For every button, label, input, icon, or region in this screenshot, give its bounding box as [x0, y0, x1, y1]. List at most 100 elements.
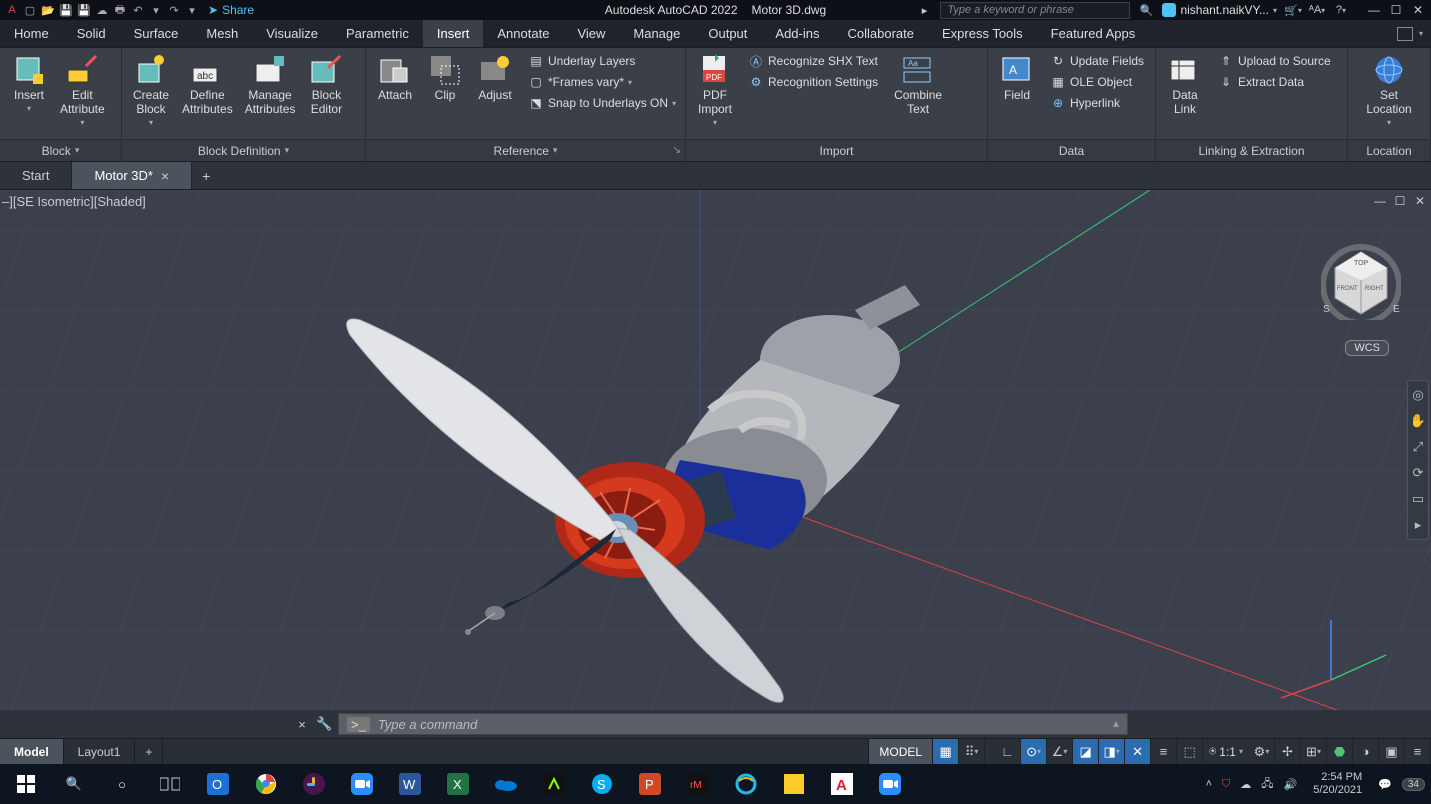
- taskbar-outlook-icon[interactable]: O: [198, 768, 238, 800]
- panel-toggle-icon[interactable]: [1397, 27, 1413, 41]
- taskbar-app1-icon[interactable]: [534, 768, 574, 800]
- cmd-customize-icon[interactable]: 🔧: [316, 716, 332, 732]
- clean-screen-icon[interactable]: ▣: [1379, 739, 1405, 764]
- isodraft-icon[interactable]: ∠▾: [1047, 739, 1073, 764]
- adjust-button[interactable]: Adjust: [472, 52, 518, 104]
- ortho-toggle-icon[interactable]: ∟: [995, 739, 1021, 764]
- taskbar-excel-icon[interactable]: X: [438, 768, 478, 800]
- steering-wheel-icon[interactable]: ◎: [1412, 387, 1423, 403]
- snap-toggle-icon[interactable]: ⠿▾: [959, 739, 985, 764]
- taskbar-search-icon[interactable]: 🔍: [54, 768, 94, 800]
- share-button[interactable]: ➤Share: [208, 3, 254, 17]
- panel-title-block-definition[interactable]: Block Definition▾: [122, 139, 365, 161]
- edit-attribute-button[interactable]: Edit Attribute ▾: [56, 52, 109, 129]
- isolate-icon[interactable]: ◑: [1353, 739, 1379, 764]
- taskbar-powerpoint-icon[interactable]: P: [630, 768, 670, 800]
- snap-underlays-button[interactable]: ⬔Snap to Underlays ON ▾: [526, 94, 678, 112]
- tray-notification-count[interactable]: 34: [1402, 778, 1425, 791]
- gear-icon[interactable]: ⚙▾: [1249, 739, 1275, 764]
- tab-express-tools[interactable]: Express Tools: [928, 20, 1037, 47]
- undo-icon[interactable]: ↶: [130, 2, 146, 18]
- tab-visualize[interactable]: Visualize: [252, 20, 332, 47]
- dialog-launcher-icon[interactable]: ↘: [673, 145, 681, 156]
- app-menu-icon[interactable]: A: [4, 2, 20, 18]
- clip-button[interactable]: Clip: [422, 52, 468, 104]
- web-icon[interactable]: ☁: [94, 2, 110, 18]
- tab-motor-3d[interactable]: Motor 3D*×: [72, 162, 192, 189]
- taskbar-chrome-icon[interactable]: [246, 768, 286, 800]
- field-button[interactable]: A Field: [994, 52, 1040, 104]
- ole-object-button[interactable]: ▦OLE Object: [1048, 73, 1146, 91]
- osnap-toggle-icon[interactable]: ◪: [1073, 739, 1099, 764]
- tab-parametric[interactable]: Parametric: [332, 20, 423, 47]
- taskbar-word-icon[interactable]: W: [390, 768, 430, 800]
- tab-featured-apps[interactable]: Featured Apps: [1037, 20, 1150, 47]
- grid-toggle-icon[interactable]: ▦: [933, 739, 959, 764]
- tab-view[interactable]: View: [563, 20, 619, 47]
- recognize-shx-button[interactable]: ⒶRecognize SHX Text: [746, 52, 880, 70]
- search-caret-icon[interactable]: ▸: [916, 2, 932, 18]
- plot-icon[interactable]: 🖶: [112, 2, 128, 18]
- hardware-accel-icon[interactable]: ⬣: [1327, 739, 1353, 764]
- block-editor-button[interactable]: Block Editor: [303, 52, 349, 118]
- search-input[interactable]: Type a keyword or phrase: [940, 2, 1130, 19]
- taskbar-zoom-icon[interactable]: [342, 768, 382, 800]
- annotation-monitor-icon[interactable]: ⊞▾: [1301, 739, 1327, 764]
- tray-clock[interactable]: 2:54 PM 5/20/2021: [1307, 771, 1368, 797]
- hyperlink-button[interactable]: ⊕Hyperlink: [1048, 94, 1146, 112]
- close-button[interactable]: ✕: [1411, 3, 1425, 17]
- open-icon[interactable]: 📂: [40, 2, 56, 18]
- showmotion-icon[interactable]: ▭: [1412, 491, 1424, 507]
- layout-tab-add[interactable]: +: [135, 739, 163, 764]
- tab-home[interactable]: Home: [0, 20, 63, 47]
- frames-vary-button[interactable]: ▢*Frames vary* ▾: [526, 73, 678, 91]
- tray-volume-icon[interactable]: 🔊: [1284, 778, 1298, 791]
- manage-attributes-button[interactable]: Manage Attributes: [241, 52, 300, 118]
- panel-title-block[interactable]: Block▾: [0, 139, 121, 161]
- update-fields-button[interactable]: ↻Update Fields: [1048, 52, 1146, 70]
- recognition-settings-button[interactable]: ⚙Recognition Settings: [746, 73, 880, 91]
- command-input[interactable]: >_ Type a command ▲: [338, 713, 1128, 735]
- cmd-close-icon[interactable]: ×: [294, 717, 310, 732]
- layout-tab-model[interactable]: Model: [0, 739, 64, 764]
- help-icon[interactable]: ?▾: [1333, 2, 1349, 18]
- new-tab-button[interactable]: +: [192, 162, 220, 189]
- chevron-down-icon[interactable]: ▾: [184, 2, 200, 18]
- transparency-icon[interactable]: ⬚: [1177, 739, 1203, 764]
- tab-insert[interactable]: Insert: [423, 20, 484, 47]
- new-icon[interactable]: ▢: [22, 2, 38, 18]
- tab-collaborate[interactable]: Collaborate: [833, 20, 928, 47]
- otrack-toggle-icon[interactable]: ✕: [1125, 739, 1151, 764]
- saveas-icon[interactable]: 💾: [76, 2, 92, 18]
- data-link-button[interactable]: Data Link: [1162, 52, 1208, 118]
- minimize-button[interactable]: —: [1367, 3, 1381, 17]
- taskbar-notes-icon[interactable]: [774, 768, 814, 800]
- aa-icon[interactable]: ᴬA▾: [1309, 2, 1325, 18]
- taskbar-slack-icon[interactable]: [294, 768, 334, 800]
- attach-button[interactable]: Attach: [372, 52, 418, 104]
- tab-mesh[interactable]: Mesh: [192, 20, 252, 47]
- taskbar-ie-icon[interactable]: [726, 768, 766, 800]
- minimize-viewport-icon[interactable]: —: [1373, 194, 1387, 208]
- tray-notifications-icon[interactable]: 💬: [1378, 778, 1392, 791]
- taskbar-onedrive-icon[interactable]: [486, 768, 526, 800]
- tray-security-icon[interactable]: ⛉: [1222, 778, 1230, 791]
- orbit-icon[interactable]: ⟳: [1413, 465, 1424, 481]
- taskbar-skype-icon[interactable]: S: [582, 768, 622, 800]
- tab-addins[interactable]: Add-ins: [761, 20, 833, 47]
- cmd-history-icon[interactable]: ▲: [1111, 719, 1121, 730]
- taskbar-autocad-icon[interactable]: A: [822, 768, 862, 800]
- set-location-button[interactable]: Set Location ▾: [1362, 52, 1415, 129]
- customize-status-icon[interactable]: ≡: [1405, 739, 1431, 764]
- insert-button[interactable]: Insert ▾: [6, 52, 52, 115]
- chevron-down-icon[interactable]: ▾: [1419, 29, 1423, 38]
- chevron-down-icon[interactable]: ▾: [148, 2, 164, 18]
- pdf-import-button[interactable]: PDF PDF Import ▾: [692, 52, 738, 129]
- tab-annotate[interactable]: Annotate: [483, 20, 563, 47]
- lineweight-icon[interactable]: ≡: [1151, 739, 1177, 764]
- start-button[interactable]: [6, 768, 46, 800]
- tray-overflow-icon[interactable]: ˄: [1206, 778, 1212, 790]
- user-menu[interactable]: nishant.naikVY... ▾: [1162, 3, 1277, 17]
- layout-tab-layout1[interactable]: Layout1: [64, 739, 136, 764]
- tab-output[interactable]: Output: [694, 20, 761, 47]
